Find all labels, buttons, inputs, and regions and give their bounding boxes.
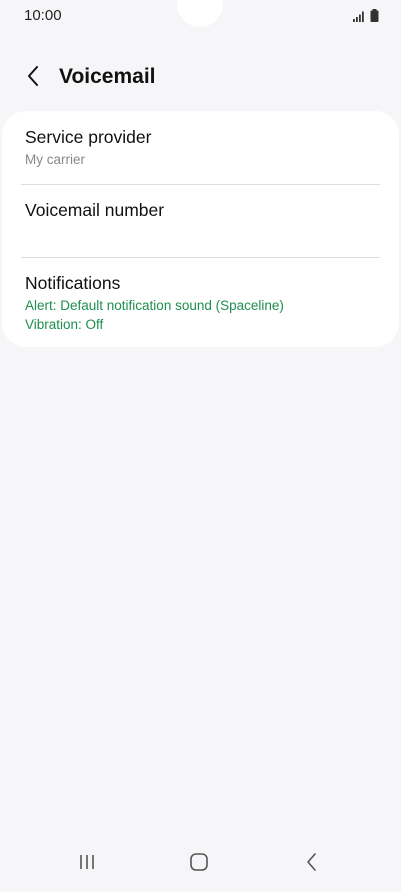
notifications-vibration: Vibration: Off	[25, 317, 104, 332]
chevron-left-icon	[26, 65, 40, 92]
service-provider-value: My carrier	[25, 152, 85, 167]
navigation-bar	[0, 840, 401, 892]
home-icon	[189, 852, 209, 877]
recents-icon	[78, 853, 96, 876]
battery-icon	[370, 9, 379, 27]
home-button[interactable]	[181, 848, 217, 880]
status-bar: 10:00	[0, 0, 401, 30]
voicemail-number-row[interactable]: Voicemail number	[2, 185, 399, 257]
notifications-alert: Alert: Default notification sound (Space…	[25, 298, 284, 313]
signal-icon	[353, 9, 366, 27]
settings-card: Service provider My carrier Voicemail nu…	[2, 111, 399, 347]
status-icons	[353, 9, 379, 27]
recents-button[interactable]	[69, 848, 105, 880]
nav-back-icon	[306, 852, 318, 877]
back-button[interactable]	[18, 62, 48, 94]
service-provider-title: Service provider	[25, 127, 152, 147]
camera-notch	[177, 0, 223, 27]
service-provider-row[interactable]: Service provider My carrier	[2, 111, 399, 184]
status-time: 10:00	[24, 7, 62, 24]
notifications-title: Notifications	[25, 273, 121, 293]
nav-back-button[interactable]	[294, 848, 330, 880]
page-title: Voicemail	[59, 65, 156, 88]
app-header: Voicemail	[0, 58, 401, 98]
voicemail-number-title: Voicemail number	[25, 200, 165, 220]
notifications-row[interactable]: Notifications Alert: Default notificatio…	[2, 258, 399, 347]
